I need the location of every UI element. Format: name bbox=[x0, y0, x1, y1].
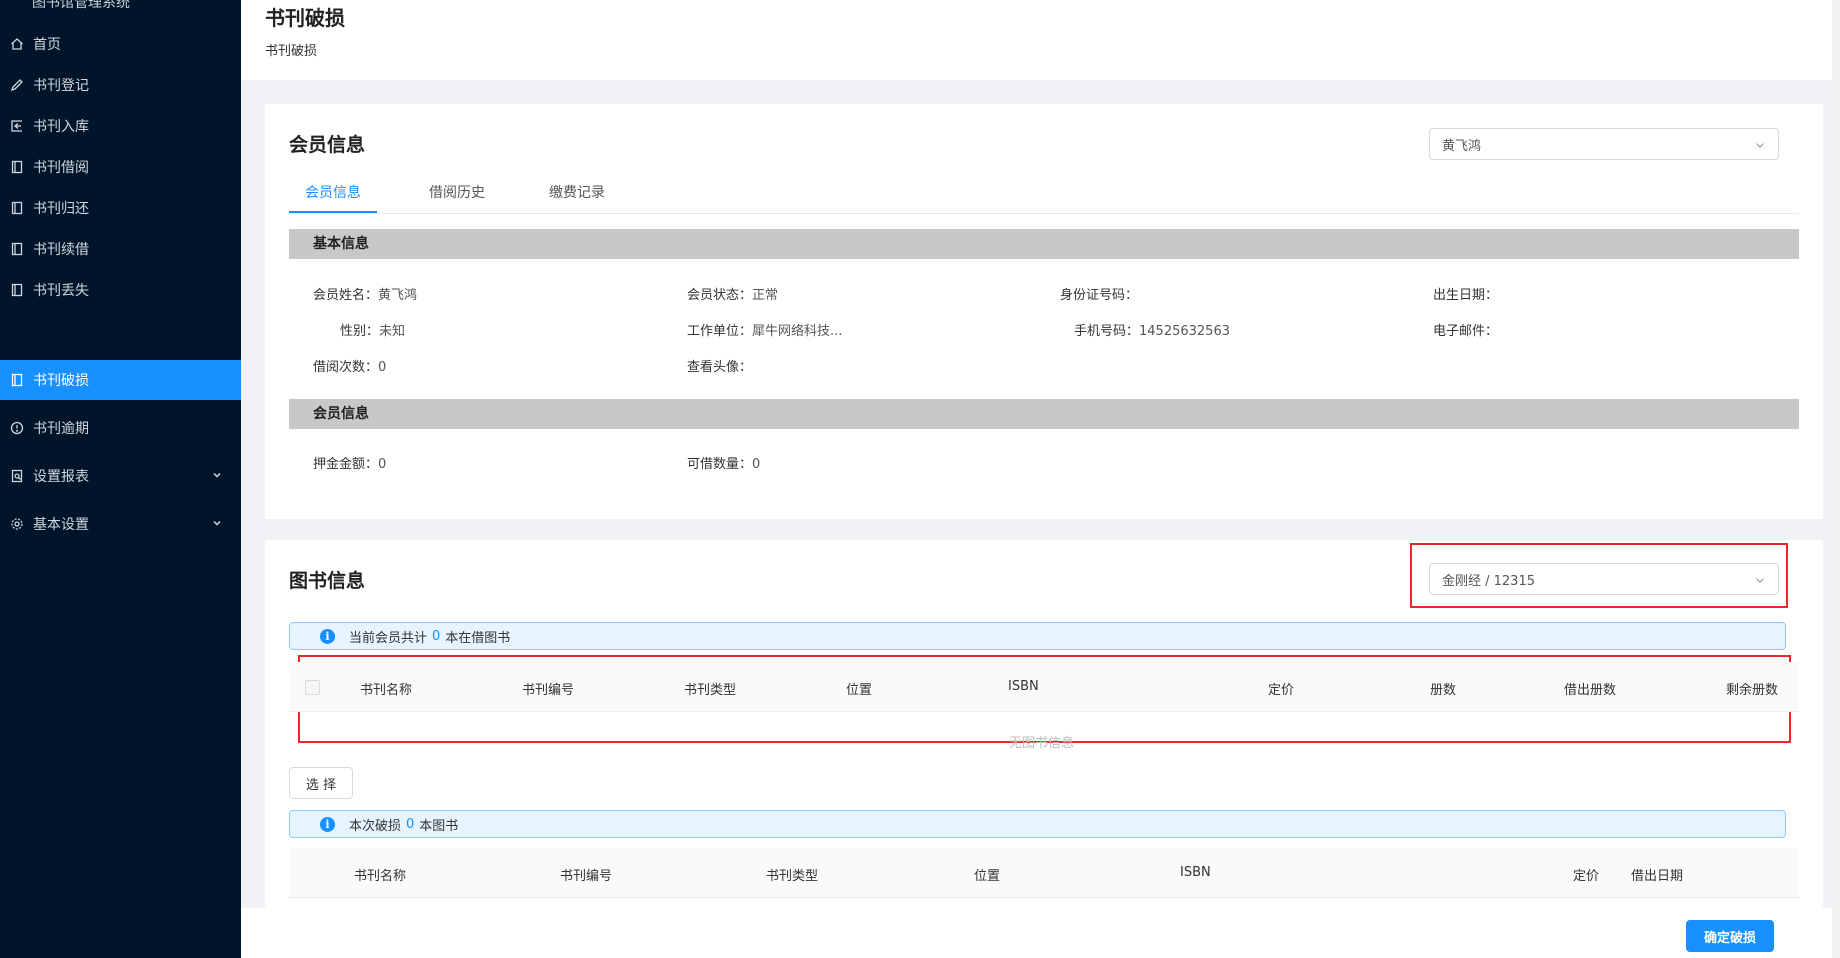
breadcrumb[interactable]: 书刊破损 bbox=[265, 40, 317, 59]
borrowed-books-table-header: 书刊名称 书刊编号 书刊类型 位置 ISBN 定价 册数 借出册数 剩余册数 bbox=[289, 662, 1799, 712]
sidebar-item-borrow[interactable]: 书刊借阅 bbox=[0, 147, 241, 187]
sidebar-item-label: 书刊登记 bbox=[33, 78, 89, 94]
column-header: 剩余册数 bbox=[1726, 683, 1779, 698]
confirm-damage-button[interactable]: 确定破损 bbox=[1686, 920, 1774, 952]
member-status-field: 会员状态：正常 bbox=[687, 288, 779, 303]
book-card-title: 图书信息 bbox=[289, 570, 366, 592]
info-icon: i bbox=[320, 628, 335, 644]
phone-field: 手机号码：14525632563 bbox=[1074, 324, 1230, 339]
column-header: 书刊类型 bbox=[684, 683, 737, 698]
book-icon bbox=[10, 242, 24, 256]
column-header: 借出册数 bbox=[1564, 683, 1617, 698]
column-header: 定价 bbox=[1573, 869, 1600, 884]
select-button[interactable]: 选 择 bbox=[289, 767, 353, 799]
sidebar-item-label: 设置报表 bbox=[33, 469, 89, 485]
sidebar-item-label: 首页 bbox=[33, 37, 61, 53]
borrow-count-field: 借阅次数：0 bbox=[313, 360, 387, 375]
member-select[interactable]: 黄飞鸿 bbox=[1429, 128, 1779, 160]
sidebar-item-label: 书刊丢失 bbox=[33, 283, 89, 299]
gear-icon bbox=[10, 517, 24, 531]
scrollbar[interactable] bbox=[1832, 0, 1840, 958]
borrowed-count-alert: i 当前会员共计 0 本在借图书 bbox=[289, 622, 1786, 650]
sidebar-item-label: 书刊归还 bbox=[33, 201, 89, 217]
email-field: 电子邮件： bbox=[1433, 324, 1499, 339]
chevron-down-icon bbox=[1756, 578, 1764, 583]
sidebar-app-title: 图书馆管理系统 bbox=[32, 0, 130, 11]
clock-icon bbox=[10, 421, 24, 435]
member-info-section: 会员信息 bbox=[289, 399, 1799, 429]
deposit-field: 押金金额：0 bbox=[313, 457, 387, 472]
chevron-down-icon bbox=[213, 520, 221, 526]
id-number-field: 身份证号码： bbox=[1060, 288, 1139, 303]
tab-member-info[interactable]: 会员信息 bbox=[305, 182, 361, 202]
column-header: 书刊名称 bbox=[360, 683, 413, 698]
tab-active-indicator bbox=[289, 211, 377, 213]
company-field: 工作单位：犀牛网络科技... bbox=[687, 324, 843, 339]
column-header: 书刊类型 bbox=[766, 869, 819, 884]
sidebar-item-home[interactable]: 首页 bbox=[0, 24, 241, 64]
member-name-field: 会员姓名：黄飞鸿 bbox=[313, 288, 418, 303]
sidebar-item-label: 书刊入库 bbox=[33, 119, 89, 135]
sidebar-item-register[interactable]: 书刊登记 bbox=[0, 65, 241, 105]
column-header: 位置 bbox=[974, 869, 1001, 884]
sidebar-item-settings[interactable]: 基本设置 bbox=[0, 504, 241, 544]
column-header: 定价 bbox=[1268, 683, 1295, 698]
column-header: 位置 bbox=[846, 683, 873, 698]
book-icon bbox=[10, 201, 24, 215]
member-select-value: 黄飞鸿 bbox=[1442, 138, 1482, 154]
edit-icon bbox=[10, 78, 24, 92]
avatar-field[interactable]: 查看头像： bbox=[687, 356, 752, 375]
info-icon: i bbox=[320, 816, 335, 832]
member-tabs: 会员信息 借阅历史 缴费记录 bbox=[289, 168, 1799, 214]
book-icon bbox=[10, 283, 24, 297]
chevron-down-icon bbox=[1756, 143, 1764, 148]
damaged-count-alert: i 本次破损 0 本图书 bbox=[289, 810, 1786, 838]
empty-table-text: 无图书信息 bbox=[1009, 736, 1075, 751]
member-info-card: 会员信息 黄飞鸿 会员信息 借阅历史 缴费记录 基本信息 会员姓名：黄飞鸿 会员… bbox=[265, 104, 1823, 519]
gender-field: 性别：未知 bbox=[340, 324, 406, 339]
footer-bar: 确定破损 bbox=[241, 908, 1832, 958]
column-header: 书刊编号 bbox=[560, 869, 613, 884]
chevron-down-icon bbox=[213, 472, 221, 478]
tab-borrow-history[interactable]: 借阅历史 bbox=[429, 182, 485, 202]
book-info-card: 图书信息 金刚经 / 12315 i 当前会员共计 0 本在借图书 书刊名称 书刊编… bbox=[265, 540, 1823, 910]
page-header: 书刊破损 书刊破损 bbox=[241, 0, 1840, 80]
member-card-title: 会员信息 bbox=[289, 134, 366, 156]
column-header: 册数 bbox=[1430, 683, 1457, 698]
sidebar-item-label: 书刊续借 bbox=[33, 242, 89, 258]
sidebar-item-lost[interactable]: 书刊丢失 bbox=[0, 270, 241, 310]
book-select[interactable]: 金刚经 / 12315 bbox=[1429, 563, 1779, 595]
column-header: 借出日期 bbox=[1631, 869, 1684, 884]
book-icon bbox=[10, 160, 24, 174]
tab-payment-records[interactable]: 缴费记录 bbox=[549, 182, 605, 202]
page-title: 书刊破损 bbox=[265, 6, 345, 30]
sidebar-item-damaged[interactable]: 书刊破损 bbox=[0, 360, 241, 400]
column-header: ISBN bbox=[1008, 679, 1039, 694]
damaged-books-table-header: 书刊名称 书刊编号 书刊类型 位置 ISBN 定价 借出日期 bbox=[289, 848, 1799, 898]
sidebar-item-renew[interactable]: 书刊续借 bbox=[0, 229, 241, 269]
birth-date-field: 出生日期： bbox=[1433, 288, 1499, 303]
sidebar-item-label: 书刊借阅 bbox=[33, 160, 89, 176]
sidebar-item-stockin[interactable]: 书刊入库 bbox=[0, 106, 241, 146]
report-icon bbox=[10, 469, 24, 483]
column-header: 书刊名称 bbox=[354, 869, 407, 884]
sidebar-item-label: 书刊破损 bbox=[33, 373, 89, 389]
column-header: 书刊编号 bbox=[522, 683, 575, 698]
sidebar-item-reports[interactable]: 设置报表 bbox=[0, 456, 241, 496]
sidebar: 图书馆管理系统 首页 书刊登记 书刊入库 书刊借阅 书刊归还 书刊续借 书刊丢失… bbox=[0, 0, 241, 958]
sidebar-item-return[interactable]: 书刊归还 bbox=[0, 188, 241, 228]
sidebar-item-label: 书刊逾期 bbox=[33, 421, 89, 437]
sidebar-item-overdue[interactable]: 书刊逾期 bbox=[0, 408, 241, 448]
select-all-checkbox[interactable] bbox=[305, 680, 320, 695]
sidebar-item-label: 基本设置 bbox=[33, 517, 89, 533]
home-icon bbox=[10, 37, 24, 51]
book-icon bbox=[10, 373, 24, 387]
import-icon bbox=[10, 119, 24, 133]
basic-info-section: 基本信息 bbox=[289, 229, 1799, 259]
borrowable-field: 可借数量：0 bbox=[687, 457, 761, 472]
column-header: ISBN bbox=[1180, 865, 1211, 880]
book-select-value: 金刚经 / 12315 bbox=[1442, 573, 1535, 589]
